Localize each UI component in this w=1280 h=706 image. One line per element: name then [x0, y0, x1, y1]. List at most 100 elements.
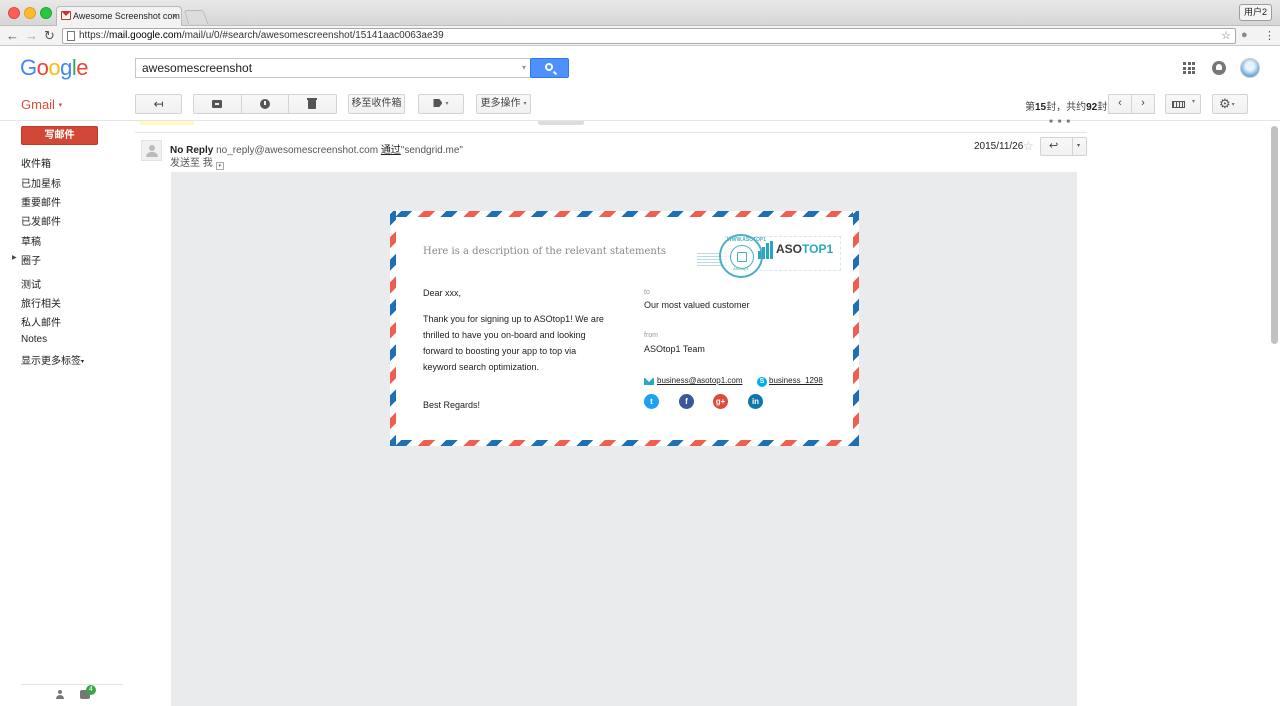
url-prefix: https://: [79, 30, 110, 41]
contact-email-link[interactable]: business@asotop1.com: [644, 376, 743, 385]
browser-menu-icon[interactable]: ⋮: [1264, 29, 1275, 42]
move-to-inbox-button[interactable]: 移至收件箱: [348, 94, 405, 114]
from-label: from: [644, 332, 658, 339]
settings-button[interactable]: ⚙▾: [1212, 94, 1248, 114]
back-to-list-button[interactable]: ↤: [135, 94, 182, 114]
address-bar[interactable]: https://mail.google.com/mail/u/0/#search…: [62, 28, 1236, 44]
card-description: Here is a description of the relevant st…: [423, 246, 667, 257]
older-button[interactable]: ›: [1131, 94, 1155, 114]
browser-toolbar: ← → ↻ https://mail.google.com/mail/u/0/#…: [0, 26, 1280, 46]
chevron-down-icon: ▾: [81, 359, 85, 365]
chevron-down-icon: ▾: [445, 101, 449, 107]
facebook-icon[interactable]: f: [679, 394, 694, 409]
apps-grid-icon[interactable]: [1183, 62, 1195, 74]
divider: [135, 132, 1087, 133]
expand-arrow-icon[interactable]: ▶: [12, 254, 17, 261]
sidebar-item-test[interactable]: 测试: [21, 276, 41, 291]
sidebar-item-sent[interactable]: 已发邮件: [21, 213, 61, 228]
report-spam-button[interactable]: [242, 95, 290, 113]
gmail-favicon-icon: [61, 11, 71, 20]
message-action-icons[interactable]: ■■■: [1049, 119, 1075, 125]
to-label: to: [644, 289, 650, 296]
more-actions-label: 更多操作: [480, 98, 521, 109]
more-actions-button[interactable]: 更多操作 ▾: [476, 94, 531, 114]
new-tab-button[interactable]: [183, 10, 209, 24]
search-input[interactable]: awesomescreenshot ▾: [135, 58, 531, 78]
pager-total: 92: [1086, 102, 1098, 113]
pager-suffix: 封: [1097, 102, 1108, 113]
sidebar-item-more-labels[interactable]: 显示更多标签▾: [21, 352, 84, 367]
more-options-icon[interactable]: ▾: [1077, 142, 1080, 149]
chevron-down-icon: ▾: [1191, 99, 1195, 105]
linkedin-icon[interactable]: in: [748, 394, 763, 409]
sidebar-item-notes[interactable]: Notes: [21, 334, 47, 345]
search-options-icon[interactable]: ▾: [522, 59, 526, 77]
labels-button[interactable]: ▾: [418, 94, 464, 114]
contacts-icon[interactable]: [55, 690, 65, 700]
via-domain: "sendgrid.me": [400, 145, 463, 156]
profile-button[interactable]: 用户2: [1238, 4, 1272, 21]
more-labels-label: 显示更多标签: [21, 356, 81, 367]
delete-button[interactable]: [289, 95, 336, 113]
airmail-border: [390, 211, 396, 446]
sender-email: no_reply@awesomescreenshot.com: [216, 145, 379, 156]
sidebar-item-inbox[interactable]: 收件箱: [21, 155, 51, 170]
brand-part: ASO: [776, 242, 803, 256]
sidebar-item-personal[interactable]: 私人邮件: [21, 314, 61, 329]
closing: Best Regards!: [423, 400, 481, 410]
archive-icon: [212, 100, 222, 108]
tab-close-icon[interactable]: ×: [172, 7, 177, 25]
sidebar-item-important[interactable]: 重要邮件: [21, 194, 61, 209]
maximize-window-button[interactable]: [40, 7, 52, 19]
compose-button[interactable]: 写邮件: [21, 126, 98, 145]
sidebar-item-travel[interactable]: 旅行相关: [21, 295, 61, 310]
recipient-label: 发送至 我: [170, 158, 213, 169]
twitter-icon[interactable]: t: [644, 394, 659, 409]
minimize-window-button[interactable]: [24, 7, 36, 19]
skype-icon: S: [757, 377, 767, 387]
brand-stamp: WWW.ASOTOP1 AsOtop1 ASOTOP1: [697, 230, 842, 292]
reply-icon[interactable]: ↩: [1049, 139, 1058, 152]
close-window-button[interactable]: [8, 7, 20, 19]
previous-message-strip[interactable]: ■■■: [135, 119, 1087, 131]
trash-icon: [307, 98, 318, 109]
via-link[interactable]: 通过: [381, 145, 401, 156]
url-path: /mail/u/0/#search/awesomescreenshot/1514…: [181, 30, 444, 41]
back-arrow-icon[interactable]: ←: [6, 28, 19, 44]
bookmark-star-icon[interactable]: ☆: [1221, 29, 1231, 43]
google-plus-icon[interactable]: g+: [713, 394, 728, 409]
label-icon: [433, 99, 443, 107]
reload-icon[interactable]: ↻: [44, 28, 55, 44]
logo-letter: g: [60, 55, 72, 80]
sender-avatar: [141, 140, 162, 161]
extension-icon[interactable]: ●: [1241, 29, 1248, 41]
sidebar-item-starred[interactable]: 已加星标: [21, 175, 61, 190]
pager-current: 15: [1035, 102, 1047, 113]
newer-button[interactable]: ‹: [1108, 94, 1132, 114]
highlight-mark: [140, 121, 194, 125]
postmark-text: AsOtop1: [733, 266, 749, 271]
browser-tab[interactable]: Awesome Screenshot com ×: [56, 6, 182, 26]
notifications-icon[interactable]: [1212, 61, 1226, 75]
contact-skype-link[interactable]: S business_1298: [757, 376, 823, 387]
google-logo[interactable]: Google: [20, 55, 89, 81]
airmail-border: [390, 440, 859, 446]
details-dropdown-icon[interactable]: ▾: [215, 162, 224, 170]
page-icon: [67, 31, 75, 41]
action-button-group: [193, 94, 337, 114]
chevron-down-icon: ▾: [1231, 102, 1235, 108]
search-button[interactable]: [530, 58, 569, 78]
greeting: Dear xxx,: [423, 288, 462, 298]
avatar[interactable]: [1240, 58, 1260, 78]
archive-button[interactable]: [194, 95, 242, 113]
input-tools-button[interactable]: ▾: [1165, 94, 1201, 114]
bar-chart-icon: [758, 241, 774, 259]
scrollbar[interactable]: [1271, 126, 1278, 344]
logo-letter: o: [48, 55, 61, 80]
gear-icon: ⚙: [1219, 96, 1231, 111]
sidebar-item-drafts[interactable]: 草稿: [21, 233, 41, 248]
forward-arrow-icon[interactable]: →: [25, 28, 38, 44]
sidebar-item-circles[interactable]: 圈子: [21, 252, 41, 267]
star-icon[interactable]: ☆: [1023, 139, 1034, 153]
gmail-menu[interactable]: Gmail ▾: [21, 97, 62, 112]
